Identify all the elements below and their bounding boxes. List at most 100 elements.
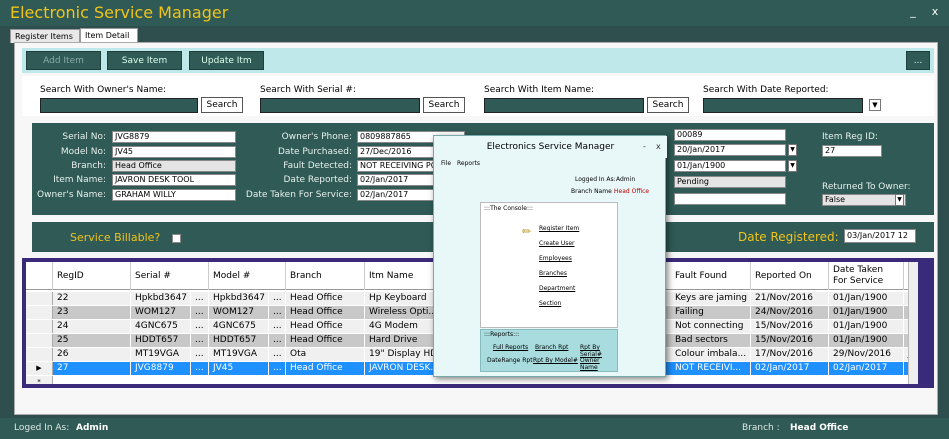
cell-fault: Colour imbala... (671, 348, 751, 361)
extra-field[interactable] (674, 193, 786, 205)
link-rpt-by-model[interactable]: Rpt By Model# (533, 357, 578, 364)
item-name-field[interactable]: JAVRON DESK TOOL (112, 174, 236, 186)
row-header[interactable] (26, 334, 53, 347)
tab-item-detail[interactable]: Item Detail (80, 28, 138, 43)
search-owner-button[interactable]: Search (201, 97, 243, 113)
status-select[interactable]: Pending (674, 176, 786, 188)
job-number-field[interactable]: 00089 (674, 129, 786, 141)
cell-serial-ellipsis[interactable]: ... (191, 320, 209, 333)
owner-phone-label: Owner's Phone: (281, 132, 352, 142)
dialog-close-button[interactable]: x (656, 142, 661, 151)
cell-model: 4GNC675 (209, 320, 269, 333)
cell-model-ellipsis[interactable]: ... (269, 362, 286, 375)
cell-regid: 24 (53, 320, 131, 333)
cell-serial-ellipsis[interactable]: ... (191, 292, 209, 305)
link-section[interactable]: Section (539, 300, 561, 307)
chevron-down-icon[interactable]: ▼ (788, 160, 797, 172)
branch-field[interactable]: Head Office (112, 160, 236, 172)
logged-in-value: Admin (76, 423, 109, 433)
dialog-title: Electronics Service Manager (434, 136, 667, 158)
link-department[interactable]: Department (539, 285, 575, 292)
cell-serial-ellipsis[interactable]: ... (191, 306, 209, 319)
cell-model-ellipsis[interactable]: ... (269, 348, 286, 361)
search-serial-button[interactable]: Search (423, 97, 465, 113)
search-serial-input[interactable] (260, 98, 420, 113)
link-employees[interactable]: Employees (539, 255, 572, 262)
cell-model: JV45 (209, 362, 269, 375)
search-owner-label: Search With Owner's Name: (40, 85, 167, 95)
col-branch[interactable]: Branch (286, 262, 365, 290)
cell-fault: Not connecting (671, 320, 751, 333)
returned-select[interactable]: False (822, 194, 906, 206)
search-owner-input[interactable] (40, 98, 198, 113)
cell-reported: 17/Nov/2016 (751, 348, 829, 361)
date-registered-field[interactable]: 03/Jan/2017 12 (844, 229, 916, 243)
chevron-down-icon[interactable]: ▼ (895, 194, 904, 206)
owner-name-field[interactable]: GRAHAM WILLY (112, 189, 236, 201)
col-item-name[interactable]: Itm Name (365, 262, 441, 290)
col-reported-on[interactable]: Reported On (751, 262, 829, 290)
branch-status-value: Head Office (790, 423, 849, 433)
menu-reports[interactable]: Reports (457, 160, 480, 167)
cell-model-ellipsis[interactable]: ... (269, 334, 286, 347)
date-field-1[interactable]: 20/Jan/2017 (674, 144, 786, 156)
cell-serial-ellipsis[interactable]: ... (191, 334, 209, 347)
search-item-input[interactable] (484, 98, 644, 113)
item-name-label: Item Name: (53, 175, 106, 185)
link-create-user[interactable]: Create User (539, 240, 575, 247)
row-header-current[interactable]: ▶ (26, 362, 53, 375)
minimize-button[interactable]: _ (906, 5, 920, 18)
link-branch-rpt[interactable]: Branch Rpt (535, 344, 568, 351)
cell-regid: 23 (53, 306, 131, 319)
link-full-reports[interactable]: Full Reports (493, 344, 528, 351)
cell-serial: 4GNC675 (131, 320, 191, 333)
chevron-down-icon[interactable]: ▼ (869, 99, 881, 111)
title-bar: Electronic Service Manager _ x (0, 0, 949, 26)
col-date-taken[interactable]: Date Taken For Service (829, 262, 904, 290)
close-button[interactable]: x (928, 5, 942, 18)
search-item-button[interactable]: Search (647, 97, 689, 113)
row-header[interactable] (26, 306, 53, 319)
link-rpt-by-serial[interactable]: Rpt By Serial# (580, 344, 617, 358)
cell-model-ellipsis[interactable]: ... (269, 292, 286, 305)
cell-reported: 02/Jan/2017 (751, 362, 829, 375)
add-item-button[interactable]: Add Item (26, 51, 101, 70)
reports-title: :::Reports::: (484, 331, 520, 338)
row-header[interactable] (26, 348, 53, 361)
save-item-button[interactable]: Save Item (107, 51, 182, 70)
model-no-field[interactable]: JV45 (112, 146, 236, 158)
cell-taken: 29/Nov/2016 (829, 348, 904, 361)
item-reg-id-field[interactable]: 27 (822, 145, 882, 157)
date-field-2[interactable]: 01/Jan/1900 (674, 160, 786, 172)
menu-file[interactable]: File (441, 160, 451, 167)
service-billable-checkbox[interactable] (172, 234, 181, 243)
more-button[interactable]: ... (906, 51, 930, 70)
tab-register-items[interactable]: Register Items (10, 29, 80, 43)
link-daterange-rpt[interactable]: DateRange Rpt (487, 357, 533, 364)
search-date-input[interactable] (703, 98, 863, 113)
console-title: :::The Console::: (484, 205, 534, 212)
row-header-new[interactable]: * (26, 376, 53, 384)
link-branches[interactable]: Branches (539, 270, 567, 277)
dialog-minimize-button[interactable]: - (643, 142, 646, 151)
col-fault-found[interactable]: Fault Found (671, 262, 751, 290)
update-item-button[interactable]: Update Itm (189, 51, 264, 70)
col-model[interactable]: Model # (209, 262, 286, 290)
grid-corner (26, 262, 53, 290)
cell-taken: 01/Jan/1900 (829, 320, 904, 333)
link-register-item[interactable]: Register Item (539, 225, 579, 232)
cell-model-ellipsis[interactable]: ... (269, 320, 286, 333)
link-owner-name[interactable]: Owner Name (580, 357, 617, 371)
new-row[interactable]: * (26, 376, 918, 384)
cell-model-ellipsis[interactable]: ... (269, 306, 286, 319)
serial-no-field[interactable]: JVG8879 (112, 131, 236, 143)
col-serial[interactable]: Serial # (131, 262, 209, 290)
app-title: Electronic Service Manager (10, 3, 229, 22)
row-header[interactable] (26, 320, 53, 333)
cell-serial-ellipsis[interactable]: ... (191, 348, 209, 361)
cell-serial-ellipsis[interactable]: ... (191, 362, 209, 375)
chevron-down-icon[interactable]: ▼ (788, 144, 797, 156)
col-regid[interactable]: RegID (53, 262, 131, 290)
grid-vertical-scrollbar[interactable] (908, 262, 918, 384)
row-header[interactable] (26, 292, 53, 305)
